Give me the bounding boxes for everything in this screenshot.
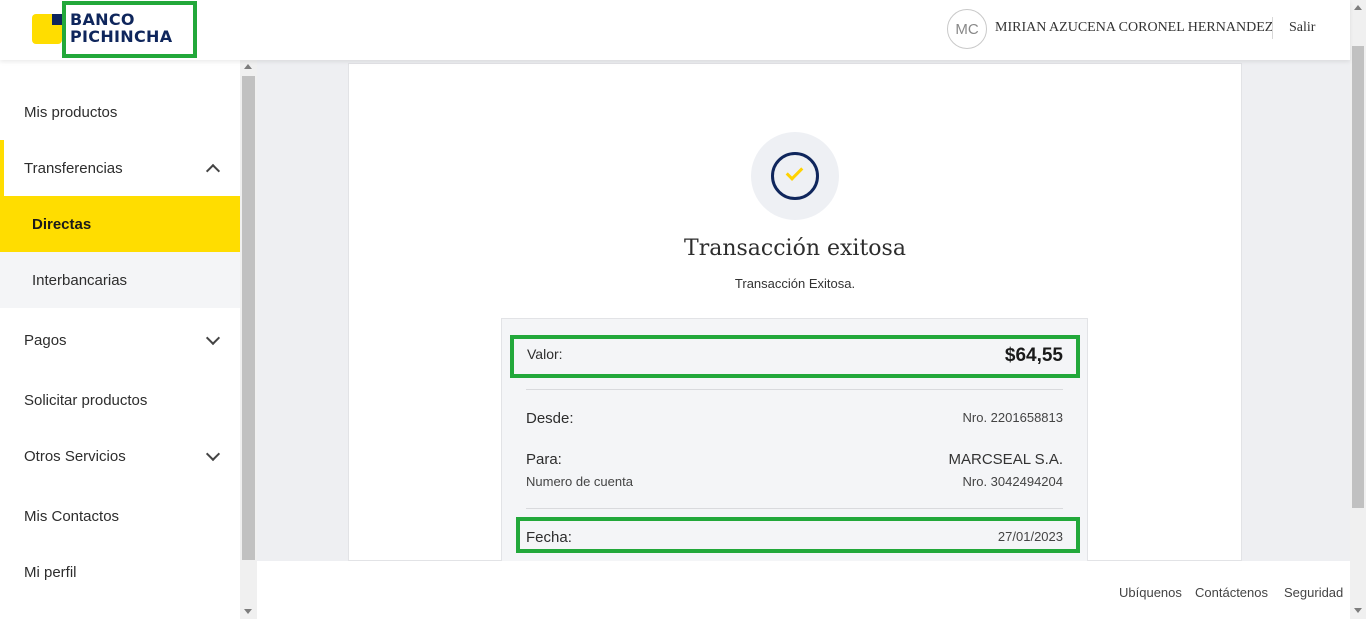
footer-link-seguridad[interactable]: Seguridad xyxy=(1284,585,1343,600)
logo-highlight-box xyxy=(62,1,197,58)
result-subtitle: Transacción Exitosa. xyxy=(734,276,856,291)
scroll-down-arrow-icon[interactable] xyxy=(244,609,252,614)
date-value: 27/01/2023 xyxy=(997,529,1063,544)
separator xyxy=(526,508,1063,509)
date-label: Fecha: xyxy=(526,529,572,546)
to-label: Para: xyxy=(526,451,562,468)
sidebar-item-pagos[interactable]: Pagos xyxy=(0,312,240,368)
sidebar-item-label: Solicitar productos xyxy=(24,391,148,409)
sidebar-item-mis-contactos[interactable]: Mis Contactos xyxy=(0,488,240,544)
bank-logo-icon[interactable] xyxy=(32,14,62,44)
sidebar-item-transferencias[interactable]: Transferencias xyxy=(0,140,240,196)
account-label: Numero de cuenta xyxy=(526,474,633,489)
chevron-up-icon[interactable] xyxy=(205,163,221,179)
chevron-down-icon[interactable] xyxy=(205,446,221,462)
separator xyxy=(526,389,1063,390)
footer-link-ubiquenos[interactable]: Ubíquenos xyxy=(1119,585,1182,600)
header-divider xyxy=(1272,17,1273,39)
account-value: Nro. 3042494204 xyxy=(962,474,1063,489)
sidebar-item-label: Mis productos xyxy=(24,103,118,121)
sidebar: Mis productos Transferencias Directas In… xyxy=(0,60,240,619)
from-label: Desde: xyxy=(526,410,574,427)
page-scrollbar-thumb[interactable] xyxy=(1352,46,1364,508)
amount-value: $64,55 xyxy=(1004,345,1063,366)
result-title: Transacción exitosa xyxy=(684,236,906,261)
top-header: BANCO PICHINCHA MC MIRIAN AZUCENA CORONE… xyxy=(0,0,1350,60)
footer: Ubíquenos Contáctenos Seguridad xyxy=(257,561,1350,619)
chevron-down-icon[interactable] xyxy=(205,330,221,346)
scroll-up-arrow-icon[interactable] xyxy=(1354,5,1362,10)
sidebar-subitem-directas[interactable]: Directas xyxy=(0,196,240,252)
sidebar-item-label: Mis Contactos xyxy=(24,507,120,525)
checkmark-icon xyxy=(785,163,804,181)
sidebar-item-label: Mi perfil xyxy=(24,563,77,581)
user-name: MIRIAN AZUCENA CORONEL HERNANDEZ xyxy=(995,20,1274,35)
sidebar-scrollbar[interactable] xyxy=(240,60,257,619)
scroll-down-arrow-icon[interactable] xyxy=(1354,608,1362,613)
from-value: Nro. 2201658813 xyxy=(962,410,1063,425)
page-scrollbar[interactable] xyxy=(1350,0,1366,619)
sidebar-subitem-interbancarias[interactable]: Interbancarias xyxy=(0,252,240,308)
sidebar-item-solicitar-productos[interactable]: Solicitar productos xyxy=(0,372,240,428)
amount-label: Valor: xyxy=(527,346,563,362)
scroll-up-arrow-icon[interactable] xyxy=(244,64,252,69)
check-circle-icon xyxy=(771,152,819,200)
sidebar-subitem-label: Interbancarias xyxy=(32,271,128,289)
sidebar-item-otros-servicios[interactable]: Otros Servicios xyxy=(0,428,240,484)
success-badge xyxy=(751,132,839,220)
to-value: MARCSEAL S.A. xyxy=(948,451,1063,468)
active-indicator xyxy=(0,140,4,196)
sidebar-item-mi-perfil[interactable]: Mi perfil xyxy=(0,544,240,600)
sidebar-item-label: Transferencias xyxy=(24,159,123,177)
sidebar-item-label: Otros Servicios xyxy=(24,447,126,465)
avatar[interactable]: MC xyxy=(947,9,987,49)
logout-link[interactable]: Salir xyxy=(1289,20,1315,36)
sidebar-subitem-label: Directas xyxy=(32,215,92,233)
sidebar-item-mis-productos[interactable]: Mis productos xyxy=(0,84,240,140)
sidebar-item-label: Pagos xyxy=(24,331,67,349)
sidebar-scrollbar-thumb[interactable] xyxy=(242,76,255,560)
footer-link-contactenos[interactable]: Contáctenos xyxy=(1195,585,1268,600)
